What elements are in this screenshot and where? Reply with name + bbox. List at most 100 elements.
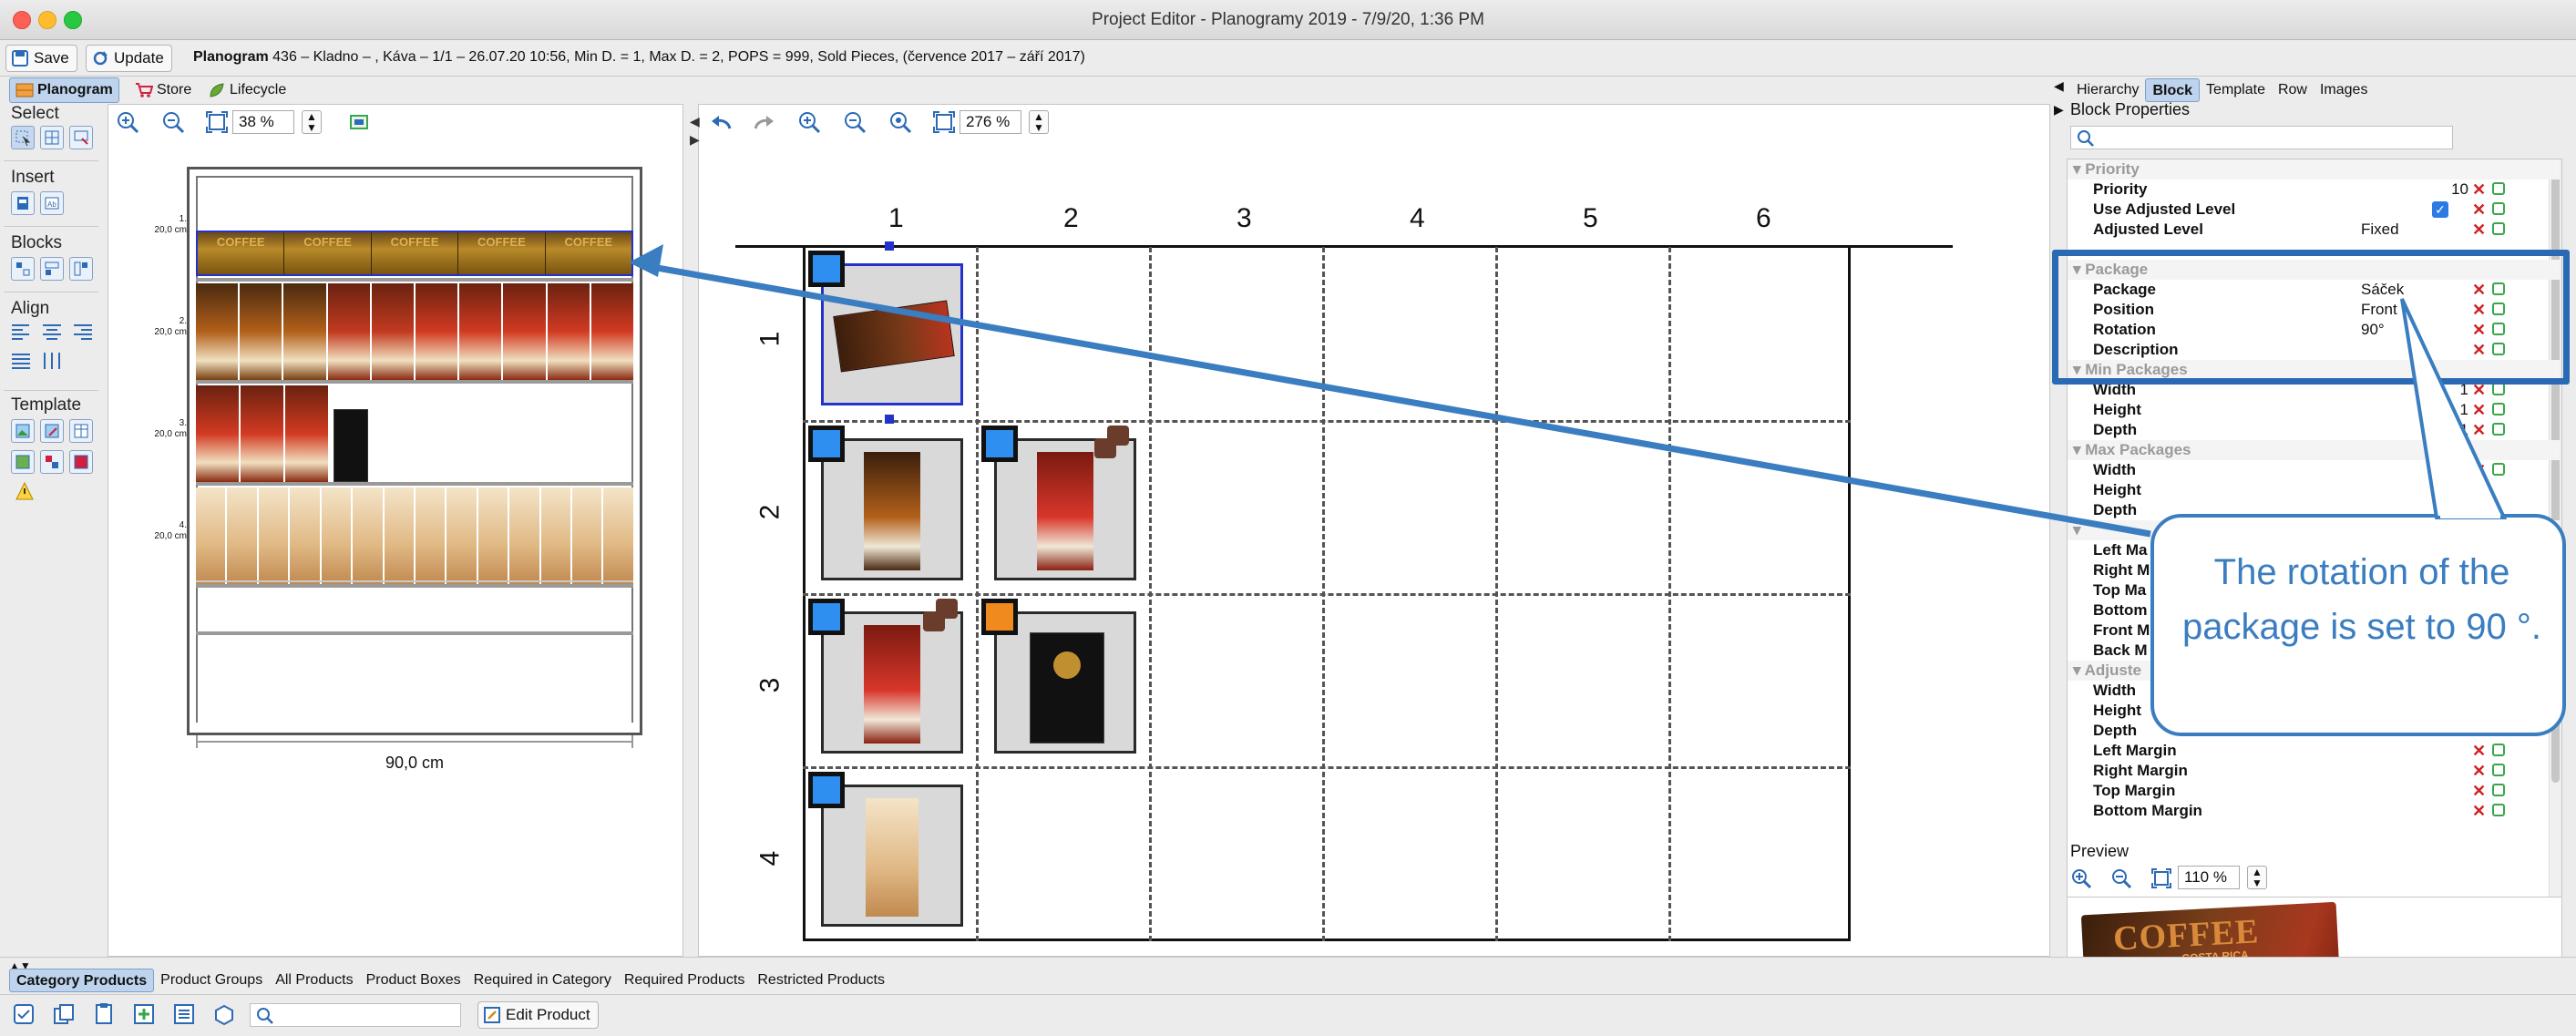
prop-top-margin[interactable]: Top Margin ✕: [2068, 781, 2560, 801]
preview-zoom-stepper[interactable]: ▲ ▼: [2247, 866, 2267, 889]
tab-all-products[interactable]: All Products: [269, 969, 359, 992]
default-icon[interactable]: [2492, 784, 2505, 796]
copy-product-icon[interactable]: [53, 1003, 75, 1025]
clear-icon[interactable]: ✕: [2472, 801, 2486, 821]
default-icon[interactable]: [2492, 202, 2505, 215]
default-icon[interactable]: [2492, 182, 2505, 195]
collapse-left-arrow[interactable]: ◀: [690, 114, 700, 129]
tab-store[interactable]: Store: [129, 77, 197, 103]
tab-required-products[interactable]: Required Products: [618, 969, 752, 992]
template-tool-4[interactable]: [11, 450, 35, 474]
collapse-right-arrow[interactable]: ◀: [2054, 78, 2064, 94]
prop-adjusted-level[interactable]: Adjusted Level Fixed ✕: [2068, 220, 2560, 240]
zoom-window-button[interactable]: [64, 11, 82, 29]
property-search-input[interactable]: [2070, 126, 2453, 149]
block-marker[interactable]: [808, 426, 845, 462]
update-button[interactable]: Update: [86, 45, 172, 72]
template-tool-6[interactable]: [69, 450, 93, 474]
resize-handle-bottom[interactable]: [885, 415, 894, 424]
grid-zoom-stepper[interactable]: ▲ ▼: [1029, 110, 1049, 134]
template-tool-3[interactable]: [69, 419, 93, 443]
select-arrow-tool[interactable]: [11, 126, 35, 149]
block-marker[interactable]: [808, 251, 845, 287]
resize-handle-top[interactable]: [885, 241, 894, 251]
prop-priority[interactable]: Priority 10 ✕: [2068, 180, 2560, 200]
tab-hierarchy[interactable]: Hierarchy: [2070, 78, 2145, 102]
box-product-icon[interactable]: [213, 1003, 235, 1025]
blocks-tool-1[interactable]: [11, 257, 35, 281]
grid-zoom-in-icon[interactable]: [797, 110, 821, 134]
clear-icon[interactable]: ✕: [2472, 761, 2486, 781]
tab-required-in-category[interactable]: Required in Category: [467, 969, 618, 992]
tab-lifecycle[interactable]: Lifecycle: [202, 77, 292, 103]
default-icon[interactable]: [2492, 764, 2505, 776]
undo-icon[interactable]: [710, 114, 734, 132]
close-window-button[interactable]: [13, 11, 31, 29]
template-tool-2[interactable]: [40, 419, 64, 443]
checkbox-checked[interactable]: ✓: [2432, 201, 2448, 218]
fit-to-view-icon[interactable]: [205, 110, 229, 134]
block-marker-orange[interactable]: [981, 599, 1018, 635]
blocks-tool-2[interactable]: [40, 257, 64, 281]
tab-planogram[interactable]: Planogram: [9, 77, 119, 103]
clear-icon[interactable]: ✕: [2472, 781, 2486, 801]
blocks-tool-3[interactable]: [69, 257, 93, 281]
zoom-in-icon[interactable]: [116, 110, 139, 134]
grid-zoom-field[interactable]: 276 %: [960, 110, 1021, 134]
tab-block[interactable]: Block: [2145, 78, 2201, 102]
preview-zoom-field[interactable]: 110 %: [2178, 866, 2240, 889]
align-right-button[interactable]: [73, 323, 93, 345]
clear-icon[interactable]: ✕: [2472, 220, 2486, 240]
block-marker[interactable]: [981, 426, 1018, 462]
align-columns-button[interactable]: [42, 352, 62, 374]
select-grid-tool[interactable]: [40, 126, 64, 149]
default-icon[interactable]: [2492, 222, 2505, 235]
check-product-icon[interactable]: [13, 1003, 35, 1025]
tab-row[interactable]: Row: [2272, 78, 2314, 102]
default-icon[interactable]: [2492, 744, 2505, 756]
insert-text-tool[interactable]: Ab: [40, 191, 64, 215]
align-left-button[interactable]: [11, 323, 31, 345]
add-product-icon[interactable]: [133, 1003, 155, 1025]
grid-fit-icon[interactable]: [932, 110, 956, 134]
clear-icon[interactable]: ✕: [2472, 200, 2486, 220]
select-filter-tool[interactable]: [69, 126, 93, 149]
grid-zoom-out-icon[interactable]: [843, 110, 867, 134]
tab-category-products[interactable]: Category Products: [9, 969, 155, 992]
template-warning-button[interactable]: [15, 481, 35, 506]
shelf-zoom-stepper[interactable]: ▲ ▼: [302, 110, 322, 134]
expand-left-arrow[interactable]: ▶: [690, 132, 700, 148]
block-marker[interactable]: [808, 599, 845, 635]
clear-icon[interactable]: ✕: [2472, 180, 2486, 200]
align-justify-button[interactable]: [11, 352, 31, 374]
tab-restricted-products[interactable]: Restricted Products: [751, 969, 891, 992]
grid-zoom-reset-icon[interactable]: [888, 110, 912, 134]
prop-left-margin[interactable]: Left Margin ✕: [2068, 741, 2560, 761]
block-marker[interactable]: [808, 772, 845, 808]
tab-images[interactable]: Images: [2314, 78, 2374, 102]
insert-shelf-tool[interactable]: [11, 191, 35, 215]
snapshot-icon[interactable]: [349, 112, 371, 132]
zoom-out-icon[interactable]: [161, 110, 185, 134]
align-center-button[interactable]: [42, 323, 62, 345]
paste-product-icon[interactable]: [93, 1003, 115, 1025]
prop-use-adjusted-level[interactable]: Use Adjusted Level ✓ ✕: [2068, 200, 2560, 220]
preview-zoom-out-icon[interactable]: [2110, 867, 2132, 889]
tab-product-groups[interactable]: Product Groups: [154, 969, 269, 992]
prop-right-margin[interactable]: Right Margin ✕: [2068, 761, 2560, 781]
tab-product-boxes[interactable]: Product Boxes: [360, 969, 467, 992]
expand-right-arrow[interactable]: ▶: [2054, 102, 2064, 118]
tab-template[interactable]: Template: [2200, 78, 2272, 102]
save-button[interactable]: Save: [5, 45, 77, 72]
template-tool-1[interactable]: [11, 419, 35, 443]
product-search-input[interactable]: [250, 1003, 461, 1027]
shelf-zoom-field[interactable]: 38 %: [232, 110, 294, 134]
edit-product-button[interactable]: Edit Product: [477, 1001, 599, 1029]
clear-icon[interactable]: ✕: [2472, 741, 2486, 761]
preview-fit-icon[interactable]: [2150, 867, 2172, 889]
redo-icon[interactable]: [752, 114, 775, 132]
default-icon[interactable]: [2492, 804, 2505, 816]
shelf-1-products[interactable]: COFFEE COFFEE COFFEE COFFEE COFFEE: [196, 231, 633, 276]
preview-zoom-in-icon[interactable]: [2070, 867, 2092, 889]
list-product-icon[interactable]: [173, 1003, 195, 1025]
